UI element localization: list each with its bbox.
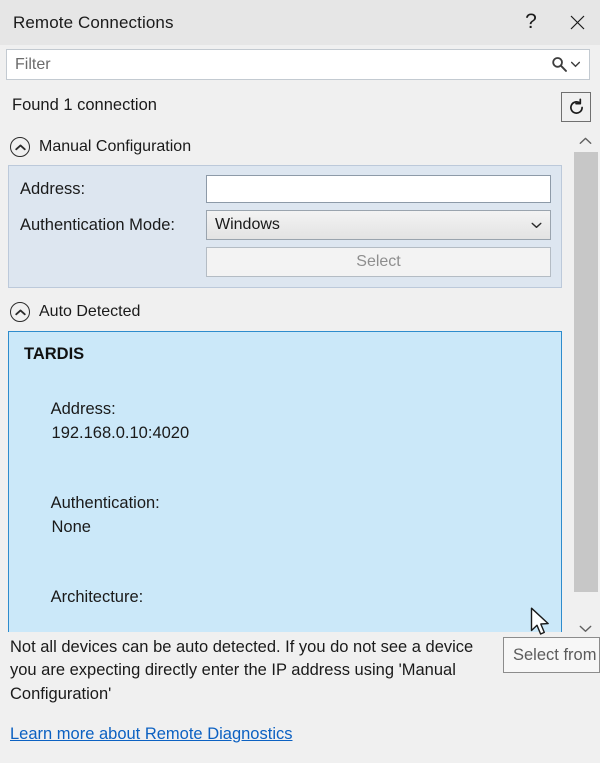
found-count-label: Found 1 connection <box>12 96 157 114</box>
address-label: Address: <box>20 179 86 198</box>
window-title: Remote Connections <box>13 12 174 32</box>
authentication-mode-row: Authentication Mode: Windows <box>15 210 551 240</box>
select-button-tooltip: Select from <box>503 637 600 673</box>
window-controls: ? <box>508 0 600 45</box>
connections-content: Manual Configuration Address: Authentica… <box>0 130 571 632</box>
learn-more-link[interactable]: Learn more about Remote Diagnostics <box>10 725 292 744</box>
tooltip-text: Select from <box>513 645 597 664</box>
authentication-mode-value: Windows <box>215 216 280 233</box>
chevron-up-circle-icon[interactable] <box>10 137 30 157</box>
manual-select-row: Select <box>15 247 551 277</box>
chevron-down-icon <box>571 61 580 68</box>
title-bar: Remote Connections ? <box>0 0 600 45</box>
close-icon <box>570 15 584 30</box>
scrollbar-thumb[interactable] <box>574 152 598 592</box>
chevron-up-circle-icon[interactable] <box>10 302 30 322</box>
scroll-up-button[interactable] <box>571 130 600 152</box>
chevron-down-icon <box>531 222 542 228</box>
device-authentication-label: Authentication: <box>50 494 160 513</box>
device-address-label: Address: <box>50 400 116 419</box>
address-input[interactable] <box>206 175 551 203</box>
auto-detect-note: Not all devices can be auto detected. If… <box>10 638 474 703</box>
manual-select-label: Select <box>356 253 401 270</box>
manual-configuration-header[interactable]: Manual Configuration <box>0 130 571 164</box>
refresh-button[interactable] <box>561 92 591 122</box>
manual-configuration-panel: Address: Authentication Mode: Windows Se… <box>8 165 562 288</box>
search-dropdown-control[interactable] <box>551 56 580 73</box>
device-authentication-value: None <box>51 517 91 536</box>
device-architecture-label: Architecture: <box>50 587 144 606</box>
close-button[interactable] <box>554 0 600 45</box>
address-row: Address: <box>15 175 551 203</box>
refresh-icon <box>569 97 583 114</box>
filter-bar <box>0 45 600 85</box>
device-architecture-row: Architecture: <box>24 562 546 632</box>
vertical-scrollbar[interactable] <box>571 130 600 640</box>
device-name: TARDIS <box>24 345 85 363</box>
manual-select-button[interactable]: Select <box>206 247 551 277</box>
help-icon: ? <box>525 10 537 33</box>
filter-box[interactable] <box>6 49 590 80</box>
authentication-mode-label: Authentication Mode: <box>20 215 176 234</box>
auto-detected-header[interactable]: Auto Detected <box>0 295 571 329</box>
authentication-mode-select[interactable]: Windows <box>206 210 551 240</box>
device-address-row: Address: 192.168.0.10:4020 <box>24 375 546 469</box>
search-icon <box>552 57 567 72</box>
chevron-up-icon <box>579 137 592 144</box>
status-bar: Found 1 connection <box>0 85 600 130</box>
help-button[interactable]: ? <box>508 0 554 46</box>
device-address-value: 192.168.0.10:4020 <box>51 423 190 442</box>
auto-detected-title: Auto Detected <box>39 303 141 320</box>
search-input[interactable] <box>15 51 551 78</box>
scrollbar-track[interactable] <box>571 152 600 618</box>
device-card-tardis[interactable]: TARDIS Address: 192.168.0.10:4020 Authen… <box>8 331 562 632</box>
manual-configuration-title: Manual Configuration <box>39 138 192 155</box>
device-authentication-row: Authentication: None <box>24 469 546 563</box>
